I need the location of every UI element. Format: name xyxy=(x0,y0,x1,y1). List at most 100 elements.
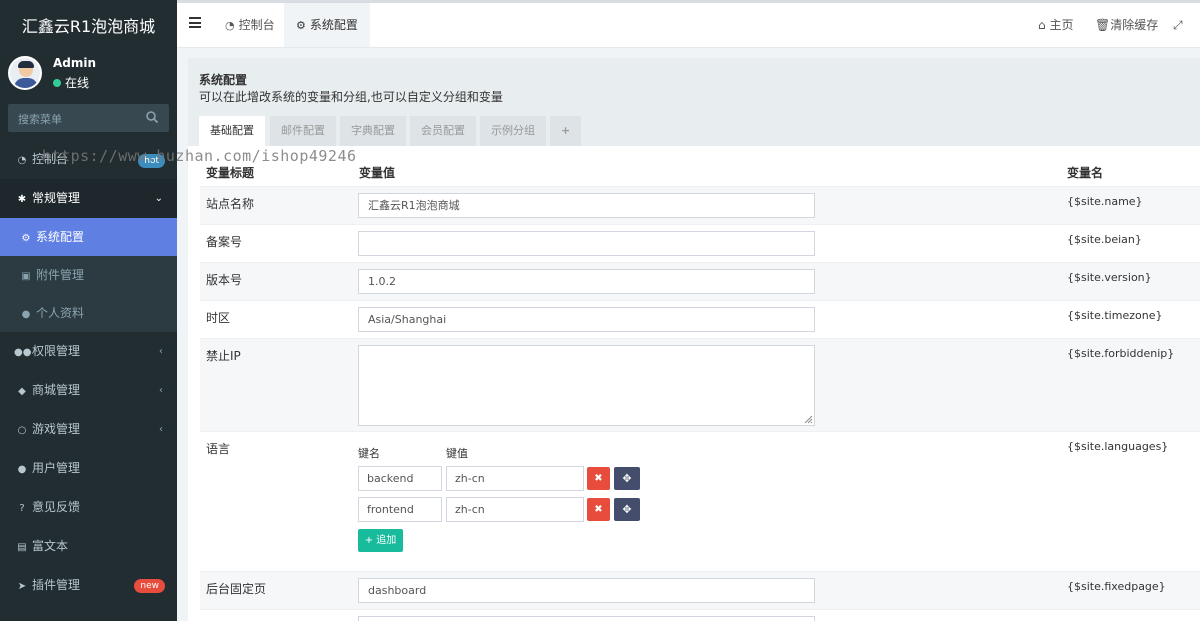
value-column-label: 键值 xyxy=(446,447,468,460)
avatar xyxy=(8,56,42,90)
tab-email-config[interactable]: 邮件配置 xyxy=(270,116,336,146)
cut-off-input[interactable] xyxy=(358,616,815,621)
menu-search-input[interactable]: 搜索菜单 xyxy=(8,104,169,132)
rich-text-icon: ▤ xyxy=(17,542,27,553)
search-icon[interactable] xyxy=(145,110,159,124)
sidebar-item-label: 附件管理 xyxy=(36,268,85,282)
language-value-input[interactable]: zh-cn xyxy=(446,497,584,522)
sidebar-item-shop[interactable]: ◆ 商城管理 ‹ xyxy=(0,371,177,410)
user-panel: Admin 在线 xyxy=(0,53,177,101)
sidebar-item-auth[interactable]: ●●权限管理 ‹ xyxy=(0,332,177,371)
key-column-label: 键名 xyxy=(358,447,380,460)
row-title: 后台固定页 xyxy=(206,582,267,596)
hot-badge: hot xyxy=(138,154,165,168)
row-variable: {$site.version} xyxy=(1067,271,1152,284)
table-row: 语言 键名 键值 backend zh-cn ✖ ✥ frontend zh-c… xyxy=(200,431,1200,571)
table-row: 备案号 {$site.beian} xyxy=(200,224,1200,262)
row-variable: {$site.beian} xyxy=(1067,233,1142,246)
sidebar-item-general[interactable]: ✱ 常规管理 ⌄ xyxy=(0,179,177,218)
clear-cache-button[interactable]: 🗑清除缓存 xyxy=(1095,3,1158,47)
gear-icon: ⚙ xyxy=(21,233,31,244)
user-status: 在线 xyxy=(53,74,89,91)
row-title: 时区 xyxy=(206,311,231,325)
plus-icon: + xyxy=(364,535,374,546)
sidebar-item-game[interactable]: ○ 游戏管理 ‹ xyxy=(0,410,177,449)
header-variable-name: 变量名 xyxy=(1067,166,1104,180)
row-variable: {$site.languages} xyxy=(1067,440,1169,453)
tab-dictionary-config[interactable]: 字典配置 xyxy=(340,116,406,146)
sidebar-item-dashboard[interactable]: ◔ 控制台 hot xyxy=(0,140,177,179)
sidebar-item-plugins[interactable]: ➤ 插件管理 new xyxy=(0,566,177,605)
drag-pair-button[interactable]: ✥ xyxy=(614,467,640,490)
sidebar-submenu-general: ⚙ 系统配置 ▣ 附件管理 ● 个人资料 xyxy=(0,218,177,332)
tab-basic-config[interactable]: 基础配置 xyxy=(199,116,265,146)
resize-grip-icon[interactable] xyxy=(803,414,813,424)
dropbox-icon: ◆ xyxy=(18,386,26,397)
tab-dashboard[interactable]: ◔ 控制台 xyxy=(213,3,287,47)
sidebar-item-users[interactable]: ● 用户管理 xyxy=(0,449,177,488)
remove-pair-button[interactable]: ✖ xyxy=(587,498,610,521)
sidebar-item-label: 个人资料 xyxy=(36,306,85,320)
append-label: 追加 xyxy=(376,535,397,546)
table-row: 禁止IP {$site.forbiddenip} xyxy=(200,338,1200,431)
hamburger-menu-icon[interactable] xyxy=(189,17,201,28)
drag-pair-button[interactable]: ✥ xyxy=(614,498,640,521)
beian-input[interactable] xyxy=(358,231,815,256)
language-value-input[interactable]: zh-cn xyxy=(446,466,584,491)
sidebar-item-label: 意见反馈 xyxy=(32,500,81,514)
table-row: 时区 Asia/Shanghai {$site.timezone} xyxy=(200,300,1200,338)
new-badge: new xyxy=(134,579,165,593)
sidebar-item-system-config[interactable]: ⚙ 系统配置 xyxy=(0,218,177,256)
sidebar-item-richtext[interactable]: ▤ 富文本 xyxy=(0,527,177,566)
sidebar-item-feedback[interactable]: ? 意见反馈 xyxy=(0,488,177,527)
panel-heading: 系统配置 可以在此增改系统的变量和分组,也可以自定义分组和变量 基础配置 邮件配… xyxy=(188,58,1200,146)
sidebar-menu: ◔ 控制台 hot ✱ 常规管理 ⌄ ⚙ 系统配置 ▣ 附件管理 ● 个人资料 ●●权限管… xyxy=(0,140,177,605)
row-variable: {$site.timezone} xyxy=(1067,309,1163,322)
sidebar-item-label: 权限管理 xyxy=(32,344,81,358)
sidebar-item-profile[interactable]: ● 个人资料 xyxy=(0,294,177,332)
fullscreen-icon[interactable]: ⤢ xyxy=(1173,3,1183,47)
version-input[interactable]: 1.0.2 xyxy=(358,269,815,294)
gear-icon: ⚙ xyxy=(296,19,306,32)
sidebar-item-label: 系统配置 xyxy=(36,230,85,244)
forbidden-ip-textarea[interactable] xyxy=(358,345,815,426)
append-pair-button[interactable]: + 追加 xyxy=(358,529,403,552)
fixed-page-input[interactable]: dashboard xyxy=(358,578,815,603)
top-header: ◔ 控制台 ⚙ 系统配置 ⌂ 主页 🗑清除缓存 ⤢ xyxy=(177,3,1200,48)
menu-search-placeholder: 搜索菜单 xyxy=(18,113,62,126)
main-content: 系统配置 可以在此增改系统的变量和分组,也可以自定义分组和变量 基础配置 邮件配… xyxy=(188,58,1200,621)
question-circle-icon: ? xyxy=(19,503,25,514)
sidebar-item-label: 商城管理 xyxy=(32,383,81,397)
tab-example-group[interactable]: 示例分组 xyxy=(480,116,546,146)
row-variable: {$site.forbiddenip} xyxy=(1067,347,1175,360)
language-key-input[interactable]: backend xyxy=(358,466,442,491)
dashboard-icon: ◔ xyxy=(225,19,235,32)
app-logo-title[interactable]: 汇鑫云R1泡泡商城 xyxy=(0,0,177,53)
add-group-tab[interactable]: + xyxy=(550,116,582,146)
site-name-input[interactable]: 汇鑫云R1泡泡商城 xyxy=(358,193,815,218)
row-title: 语言 xyxy=(206,442,231,456)
dashboard-icon: ◔ xyxy=(17,155,27,166)
clear-cache-label: 清除缓存 xyxy=(1110,18,1159,32)
row-variable: {$site.fixedpage} xyxy=(1067,580,1166,593)
language-key-input[interactable]: frontend xyxy=(358,497,442,522)
row-title: 版本号 xyxy=(206,273,243,287)
users-icon: ●● xyxy=(14,347,32,358)
row-variable: {$site.name} xyxy=(1067,195,1143,208)
row-title: 站点名称 xyxy=(206,197,255,211)
tab-label: 控制台 xyxy=(238,18,275,32)
remove-pair-button[interactable]: ✖ xyxy=(587,467,610,490)
rocket-icon: ➤ xyxy=(17,581,27,592)
row-title: 备案号 xyxy=(206,235,243,249)
timezone-input[interactable]: Asia/Shanghai xyxy=(358,307,815,332)
tab-system-config[interactable]: ⚙ 系统配置 xyxy=(284,3,370,47)
home-link[interactable]: ⌂ 主页 xyxy=(1038,3,1073,47)
table-row xyxy=(200,609,1200,621)
chevron-left-icon: ‹ xyxy=(159,346,163,357)
sidebar-item-label: 控制台 xyxy=(32,152,69,166)
online-dot-icon xyxy=(53,79,61,87)
table-row: 版本号 1.0.2 {$site.version} xyxy=(200,262,1200,300)
sidebar-item-attachments[interactable]: ▣ 附件管理 xyxy=(0,256,177,294)
tab-member-config[interactable]: 会员配置 xyxy=(410,116,476,146)
panel-description: 可以在此增改系统的变量和分组,也可以自定义分组和变量 xyxy=(199,90,503,104)
